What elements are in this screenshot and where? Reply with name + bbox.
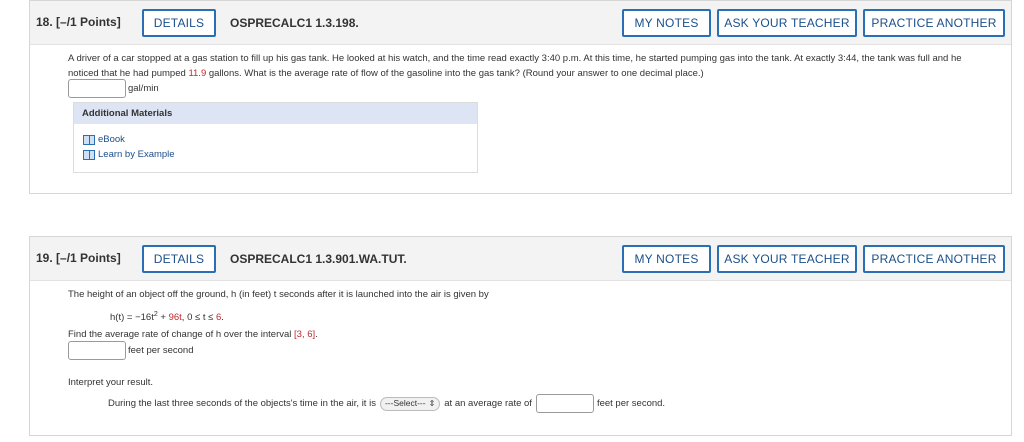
interpret-label: Interpret your result. [68, 377, 154, 388]
interpret-post: feet per second. [596, 398, 666, 409]
question-text: A driver of a car stopped at a gas stati… [68, 51, 991, 81]
question-number: 18. [–/1 Points] [36, 15, 121, 29]
average-rate-input[interactable] [535, 394, 594, 413]
interpret-sentence: During the last three seconds of the obj… [108, 394, 991, 413]
details-button[interactable]: DETAILS [142, 9, 216, 37]
interpret-pre: During the last three seconds of the obj… [108, 398, 376, 409]
answer-unit: feet per second [128, 345, 194, 356]
learn-by-example-label: Learn by Example [98, 149, 175, 160]
additional-materials-panel: Additional Materials eBook Learn by Exam… [73, 102, 478, 173]
points-label: [–/1 Points] [56, 251, 121, 265]
answer-unit: gal/min [128, 83, 159, 94]
formula-lhs: h(t) = [110, 312, 136, 324]
question-number: 19. [–/1 Points] [36, 251, 121, 265]
ask-your-teacher-button[interactable]: ASK YOUR TEACHER [717, 245, 857, 273]
question-18-block: 18. [–/1 Points] DETAILS OSPRECALC1 1.3.… [29, 0, 1012, 194]
book-icon [83, 134, 95, 145]
question-header: 19. [–/1 Points] DETAILS OSPRECALC1 1.3.… [30, 237, 1011, 281]
practice-another-button[interactable]: PRACTICE ANOTHER [863, 9, 1005, 37]
my-notes-button[interactable]: MY NOTES [622, 9, 711, 37]
formula: h(t) = −16t2 + 96t, 0 ≤ t ≤ 6. [110, 307, 991, 325]
interpret-mid: at an average rate of [444, 398, 532, 409]
ebook-label: eBook [98, 134, 125, 145]
chevron-up-down-icon: ⇕ [428, 399, 436, 408]
points-label: [–/1 Points] [56, 15, 121, 29]
find-text-post: . [315, 329, 318, 340]
my-notes-button[interactable]: MY NOTES [622, 245, 711, 273]
question-text-part2: gallons. What is the average rate of flo… [206, 68, 704, 79]
question-intro: The height of an object off the ground, … [68, 289, 489, 300]
learn-by-example-link[interactable]: Learn by Example [83, 149, 175, 160]
find-text: Find the average rate of change of h ove… [68, 327, 991, 342]
interval-value: [3, 6] [294, 329, 316, 340]
answer-row: feet per second [68, 341, 194, 360]
ask-your-teacher-button[interactable]: ASK YOUR TEACHER [717, 9, 857, 37]
formula-term2: 96t [168, 312, 182, 324]
formula-plus: + [157, 312, 169, 324]
details-button[interactable]: DETAILS [142, 245, 216, 273]
question-header: 18. [–/1 Points] DETAILS OSPRECALC1 1.3.… [30, 1, 1011, 45]
formula-term1: −16t [135, 312, 154, 324]
question-code: OSPRECALC1 1.3.901.WA.TUT. [230, 252, 407, 266]
question-19-block: 19. [–/1 Points] DETAILS OSPRECALC1 1.3.… [29, 236, 1012, 436]
gallons-value: 11.9 [188, 68, 207, 79]
question-number-label: 18. [36, 15, 53, 29]
formula-domain-post: . [221, 312, 224, 324]
select-value: ---Select--- [384, 398, 426, 408]
practice-another-button[interactable]: PRACTICE ANOTHER [863, 245, 1005, 273]
ebook-link[interactable]: eBook [83, 134, 125, 145]
book-icon [83, 149, 95, 160]
additional-materials-title: Additional Materials [74, 103, 477, 124]
question-code: OSPRECALC1 1.3.198. [230, 16, 359, 30]
find-text-pre: Find the average rate of change of h ove… [68, 329, 295, 340]
question-number-label: 19. [36, 251, 53, 265]
direction-select[interactable]: ---Select--- ⇕ [379, 396, 441, 411]
rate-answer-input[interactable] [68, 341, 126, 360]
answer-input[interactable] [68, 79, 126, 98]
answer-row: gal/min [68, 79, 159, 98]
formula-domain: , 0 ≤ t ≤ [181, 312, 216, 324]
